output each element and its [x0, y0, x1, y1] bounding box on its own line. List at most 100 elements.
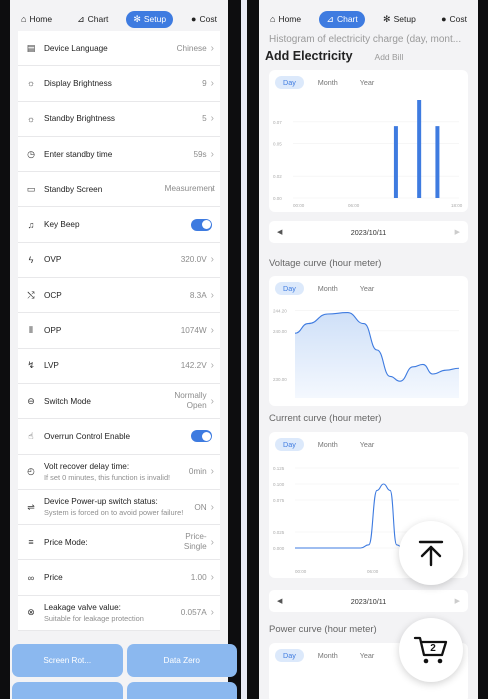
- date-selector: ◀ 2023/10/11 ▶: [269, 221, 468, 243]
- clock-icon: ◷: [27, 148, 35, 159]
- chart-phone-panel: ⌂ Home ⊿ Chart ✻ Setup ● Cost Histogram of e…: [247, 0, 488, 699]
- screen-rotate-button[interactable]: Screen Rot...: [12, 644, 123, 677]
- chevron-right-icon: ›: [210, 289, 214, 301]
- sun-outline-icon: ☼: [26, 113, 36, 124]
- setting-price-mode[interactable]: ≡ Price Mode: Price-Single ›: [18, 525, 220, 561]
- chevron-right-icon: ›: [210, 42, 214, 54]
- setting-opp[interactable]: ⦀ OPP 1074W ›: [18, 313, 220, 349]
- chevron-right-icon: ›: [210, 572, 214, 584]
- overrun-control-toggle[interactable]: [191, 430, 212, 443]
- phone-bezel: [247, 0, 259, 699]
- chevron-right-icon: ›: [210, 113, 214, 125]
- tab-month[interactable]: Month: [310, 649, 346, 662]
- setup-screen: ⌂ Home ⊿ Chart ✻ Setup ● Cost ▤ Device Langua…: [10, 0, 228, 699]
- y-tick-label: 0.075: [273, 498, 285, 503]
- cart-count: 2: [430, 643, 436, 654]
- sliders-icon: ⇌: [27, 501, 35, 512]
- setting-ocp[interactable]: ⤭ OCP 8.3A ›: [18, 278, 220, 314]
- setting-switch-mode[interactable]: ⊖ Switch Mode Normally Open ›: [18, 383, 220, 420]
- alert-hand-icon: ☝: [28, 430, 34, 441]
- y-tick-label: 0.07: [273, 120, 282, 125]
- date-label: 2023/10/11: [350, 227, 387, 237]
- minus-circle-icon: ⊖: [27, 395, 35, 406]
- key-beep-toggle[interactable]: [191, 218, 212, 231]
- extra-button-2[interactable]: [126, 682, 237, 699]
- voltage-title: Voltage curve (hour meter): [269, 258, 382, 269]
- setting-standby-screen[interactable]: ▭ Standby Screen Measurement ›: [18, 172, 220, 208]
- top-nav: ⌂ Home ⊿ Chart ✻ Setup ● Cost: [14, 9, 224, 29]
- chevron-right-icon: ›: [210, 183, 214, 195]
- histogram-title: Histogram of electricity charge (day, mo…: [269, 34, 462, 45]
- chevron-right-icon: ›: [210, 254, 214, 266]
- bolt-icon: ϟ: [28, 254, 34, 265]
- add-electricity-tab[interactable]: Add Electricity: [265, 49, 353, 63]
- data-zero-button[interactable]: Data Zero: [126, 644, 237, 677]
- chevron-right-icon: ›: [210, 360, 214, 372]
- chevron-right-icon: ›: [210, 148, 214, 160]
- prev-date-icon[interactable]: ◀: [277, 597, 282, 605]
- y-tick-label: 0.100: [273, 482, 285, 487]
- y-tick-label: 240.00: [273, 329, 287, 334]
- header-tabs: Add Electricity Add Bill: [265, 49, 403, 63]
- extra-button-1[interactable]: [12, 682, 123, 699]
- setting-display-brightness[interactable]: ☼ Display Brightness 9 ›: [18, 66, 220, 102]
- histogram-chart: 0.00 0.02 0.05 0.07 00:00 06:00 18:00: [273, 100, 463, 208]
- nav-cost[interactable]: ● Cost: [184, 11, 224, 27]
- document-icon: ▤: [26, 42, 36, 53]
- prev-date-icon[interactable]: ◀: [277, 228, 282, 236]
- setting-standby-brightness[interactable]: ☼ Standby Brightness 5 ›: [18, 101, 220, 137]
- nav-home[interactable]: ⌂ Home: [263, 11, 308, 27]
- power-title: Power curve (hour meter): [269, 624, 377, 635]
- date-selector: ◀ 2023/10/11 ▶: [269, 590, 468, 612]
- arrow-up-to-line-icon: [418, 540, 444, 567]
- next-date-icon[interactable]: ▶: [455, 228, 460, 236]
- chevron-right-icon: ›: [210, 325, 214, 337]
- nav-setup[interactable]: ✻ Setup: [376, 11, 423, 28]
- current-line: [294, 483, 418, 549]
- setting-standby-time[interactable]: ◷ Enter standby time 59s ›: [18, 136, 220, 173]
- tab-day[interactable]: Day: [275, 649, 304, 662]
- x-tick-label: 18:00: [451, 203, 463, 208]
- add-bill-tab[interactable]: Add Bill: [375, 52, 404, 62]
- x-tick-label: 00:00: [295, 569, 307, 574]
- cart-button[interactable]: 2: [399, 618, 463, 682]
- shuffle-icon: ⤭: [27, 289, 35, 300]
- y-tick-label: 0.05: [273, 142, 282, 147]
- x-tick-label: 06:00: [348, 203, 360, 208]
- chart-icon: ⊿: [77, 13, 85, 24]
- setting-price[interactable]: ∞ Price 1.00 ›: [18, 560, 220, 596]
- top-nav: ⌂ Home ⊿ Chart ✻ Setup ● Cost: [263, 9, 474, 29]
- setting-lvp[interactable]: ↯ LVP 142.2V ›: [18, 348, 220, 384]
- bar: [435, 126, 440, 198]
- next-date-icon[interactable]: ▶: [455, 597, 460, 605]
- bar: [417, 100, 422, 198]
- tab-year[interactable]: Year: [352, 649, 383, 662]
- voltage-area: [295, 312, 459, 398]
- setting-device-language[interactable]: ▤ Device Language Chinese ›: [18, 31, 220, 67]
- stopwatch-icon: ◴: [27, 466, 35, 477]
- gear-icon: ✻: [133, 13, 141, 24]
- nav-home[interactable]: ⌂ Home: [14, 11, 59, 27]
- info-icon: ●: [441, 14, 447, 24]
- setting-power-up-status[interactable]: ⇌ Device Power-up switch status: System is…: [18, 489, 220, 526]
- setting-leakage-valve[interactable]: ⊗ Leakage valve value: Suitable for leakag…: [18, 595, 220, 632]
- setting-volt-recover-delay[interactable]: ◴ Volt recover delay time: If set 0 minute…: [18, 454, 220, 490]
- nav-chart[interactable]: ⊿ Chart: [319, 10, 365, 28]
- voltage-chart: 230.00 240.00 244.20: [273, 309, 460, 398]
- voltage-card: Day Month Year 230.00 240.00 244.20: [269, 276, 468, 406]
- monitor-icon: ▭: [26, 183, 36, 194]
- chevron-right-icon: ›: [210, 536, 214, 548]
- period-tabs: Day Month Year: [275, 649, 382, 662]
- home-icon: ⌂: [21, 14, 27, 24]
- y-tick-label: 230.00: [273, 377, 287, 382]
- x-tick-label: 06:00: [367, 569, 379, 574]
- nav-cost[interactable]: ● Cost: [434, 11, 474, 27]
- chart-icon: ⊿: [326, 13, 334, 24]
- chevron-right-icon: ›: [210, 395, 214, 407]
- date-label: 2023/10/11: [350, 596, 387, 606]
- setting-ovp[interactable]: ϟ OVP 320.0V ›: [18, 242, 220, 279]
- nav-setup[interactable]: ✻ Setup: [126, 10, 174, 28]
- nav-chart[interactable]: ⊿ Chart: [70, 11, 115, 28]
- scroll-top-button[interactable]: [399, 521, 463, 585]
- chevron-right-icon: ›: [210, 607, 214, 619]
